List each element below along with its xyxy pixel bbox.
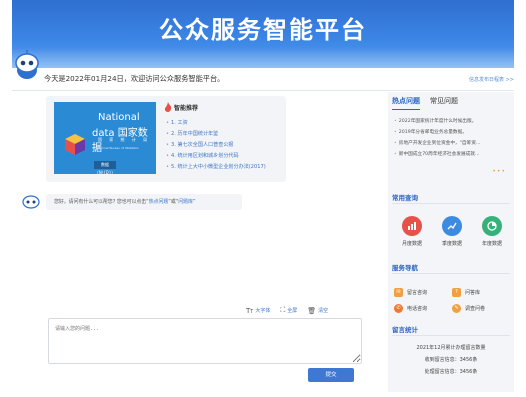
input-toolbar: TT 大字体 ⛶ 全屏 🗑 清空 (246, 306, 328, 315)
trash-icon: 🗑 (307, 306, 317, 315)
national-data-banner-image[interactable]: National data 国家数据 国 家 统 计 局 National Bu… (54, 102, 156, 174)
recommend-item[interactable]: • 5. 统计上大中小微型企业划分办法(2017) (166, 162, 266, 173)
survey-link[interactable]: ✎ 调查问卷 (452, 303, 510, 313)
stats-received: 收到留言信息：3456条 (424, 357, 478, 363)
tab-hot-questions[interactable]: 热点问题 (392, 96, 420, 110)
right-sidebar: 热点问题 常见问题 • 2022年国家统计年度什么时候出版。 • 2019年分省邮电… (388, 92, 514, 392)
line-chart-icon (442, 216, 462, 236)
hot-questions-link[interactable]: 热点问题 (149, 199, 169, 205)
fullscreen-button[interactable]: ⛶ 全屏 (280, 306, 297, 315)
question-input[interactable] (48, 318, 362, 364)
banner-text-3: 国 家 统 计 局 (98, 137, 151, 142)
divider (12, 90, 514, 91)
banner-text-4: National Bureau of Statistics (96, 146, 139, 150)
mail-icon: ✉ (394, 287, 403, 297)
fire-icon (164, 102, 172, 112)
survey-icon: ✎ (452, 303, 461, 313)
phone-consult-link[interactable]: ✆ 电话咨询 (394, 303, 452, 313)
bar-chart-icon (402, 216, 422, 236)
quarterly-data-label: 季度数据 (441, 241, 462, 247)
pie-chart-icon (482, 216, 502, 236)
data-cube-icon (65, 134, 85, 155)
divider (392, 273, 510, 274)
question-bank-link[interactable]: 问题库 (178, 199, 193, 205)
fullscreen-icon: ⛶ (280, 306, 286, 314)
divider (392, 335, 510, 336)
divider (392, 203, 510, 204)
common-query-grid: 月度数据 季度数据 年度数据 (394, 216, 510, 247)
quarterly-data-button[interactable]: 季度数据 (434, 216, 470, 247)
sidebar-tabs: 热点问题 常见问题 (392, 96, 458, 110)
banner-text-1: National (98, 112, 140, 123)
tab-common-questions[interactable]: 常见问题 (430, 96, 458, 110)
welcome-bar: 今天是2022年01月24日，欢迎访问公众服务智能平台。 信息发布日程表 >> (44, 74, 514, 88)
welcome-text: 今天是2022年01月24日，欢迎访问公众服务智能平台。 (44, 74, 225, 83)
recommend-item[interactable]: • 4. 统计用区划和城乡划分代码 (166, 151, 266, 162)
chat-area: National data 国家数据 国 家 统 计 局 National Bu… (12, 92, 384, 392)
annual-data-button[interactable]: 年度数据 (474, 216, 510, 247)
page: 公众服务智能平台 今天是2022年01月24日，欢迎访问公众服务智能平台。 信息… (0, 0, 526, 397)
recommend-item[interactable]: • 3. 第七次全国人口普查公报 (166, 140, 266, 151)
message-stats-title: 留言统计 (392, 326, 418, 334)
robot-mascot-icon (15, 50, 39, 79)
page-title: 公众服务智能平台 (159, 16, 367, 44)
hot-question-item[interactable]: • 2022年国家统计年度什么时候出版。 (394, 116, 510, 127)
bot-message-text: 您好，请问有什么可以帮您? 您也可以点击“ (54, 199, 149, 205)
monthly-data-button[interactable]: 月度数据 (394, 216, 430, 247)
header-banner: 公众服务智能平台 (12, 0, 514, 68)
bot-message-text: ”或“ (168, 199, 179, 205)
qa-library-link[interactable]: ? 问答库 (452, 287, 510, 297)
bot-message-bubble: 您好，请问有什么可以帮您? 您也可以点击“热点问题”或“问题库” (46, 194, 242, 210)
annual-data-label: 年度数据 (481, 241, 502, 247)
bot-message-text: ” (192, 199, 196, 205)
monthly-data-label: 月度数据 (401, 241, 422, 247)
recommend-item[interactable]: • 1. 工资 (166, 118, 266, 129)
qa-icon: ? (452, 287, 461, 297)
release-schedule-link[interactable]: 信息发布日程表 >> (469, 76, 514, 83)
banner-wave (12, 48, 514, 68)
common-query-title: 常用查询 (392, 194, 418, 202)
hot-question-list: • 2022年国家统计年度什么时候出版。 • 2019年分省邮电业务总量数据。 • 房… (394, 116, 510, 160)
recommend-list: • 1. 工资 • 2. 历年中国统计年鉴 • 3. 第七次全国人口普查公报 • 4. … (166, 118, 266, 173)
message-consult-link[interactable]: ✉ 留言咨询 (394, 287, 452, 297)
service-nav-grid: ✉ 留言咨询 ? 问答库 ✆ 电话咨询 ✎ 调查问卷 (394, 284, 510, 316)
banner-badge: 数据(N/{D}) (94, 161, 116, 174)
message-stats: 2021年12月累计办理留言数量 收到留言信息：3456条 处理留言信息：345… (392, 342, 510, 378)
large-font-button[interactable]: TT 大字体 (246, 306, 270, 315)
hot-question-item[interactable]: • 新中国成立70周年经济社会发展成就... (394, 149, 510, 160)
phone-icon: ✆ (394, 303, 403, 313)
submit-button[interactable]: 提交 (308, 368, 354, 382)
recommend-item[interactable]: • 2. 历年中国统计年鉴 (166, 129, 266, 140)
hot-question-item[interactable]: • 2019年分省邮电业务总量数据。 (394, 127, 510, 138)
bot-avatar-icon (22, 195, 40, 209)
hot-question-item[interactable]: • 房地产开发企业到位资金中，"自筹资... (394, 138, 510, 149)
service-nav-title: 服务导航 (392, 264, 418, 272)
stats-handled: 处理留言信息：3456条 (424, 369, 478, 375)
more-button[interactable]: ••• (492, 168, 506, 175)
recommend-title: 智能推荐 (174, 104, 199, 112)
recommend-card: National data 国家数据 国 家 统 计 局 National Bu… (46, 96, 286, 182)
font-size-icon: TT (246, 306, 254, 315)
recommend-header: 智能推荐 (164, 102, 198, 112)
clear-button[interactable]: 🗑 清空 (307, 306, 328, 315)
stats-period: 2021年12月累计办理留言数量 (416, 345, 486, 351)
